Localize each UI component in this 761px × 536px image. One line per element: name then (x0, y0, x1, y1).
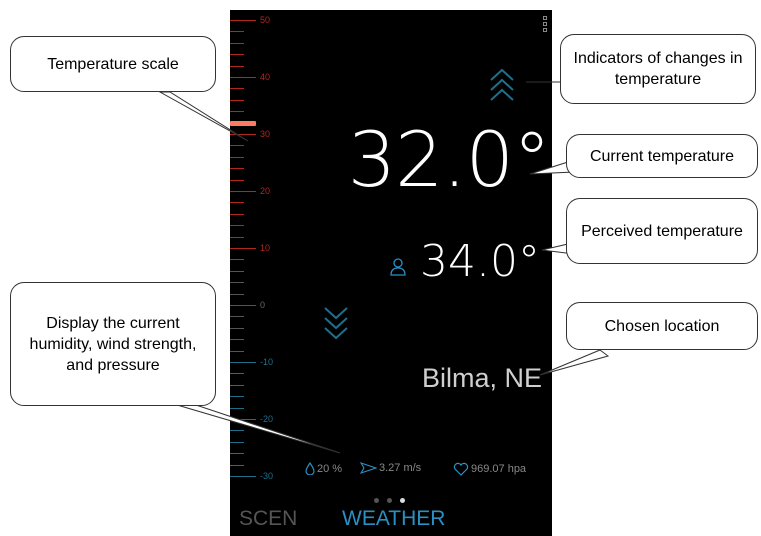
callout-perceived-temperature: Perceived temperature (566, 198, 758, 264)
pointer-temperature-scale (158, 91, 249, 142)
callout-chosen-location: Chosen location (566, 302, 758, 350)
callout-temperature-scale: Temperature scale (10, 36, 216, 92)
callout-indicators: Indicators of changes in temperature (560, 34, 756, 104)
callout-current-temperature: Current temperature (566, 134, 758, 178)
pointer-chosen-location (539, 349, 610, 376)
callout-display-stats: Display the current humidity, wind stren… (10, 282, 216, 406)
